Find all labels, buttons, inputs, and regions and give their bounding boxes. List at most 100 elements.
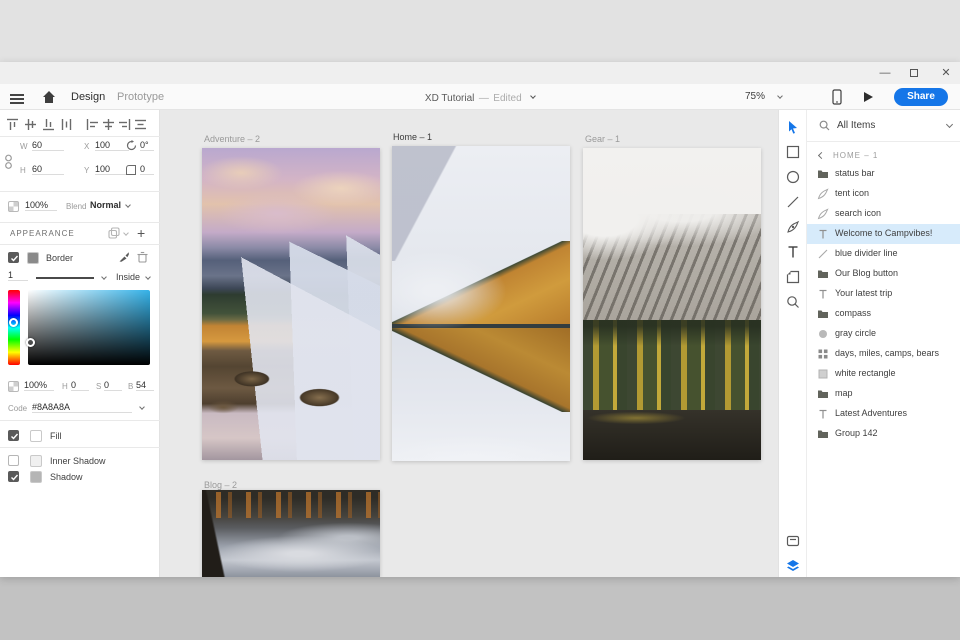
artboard-name-blog[interactable]: Blog – 2 bbox=[204, 480, 237, 490]
align-middle-icon[interactable] bbox=[24, 118, 37, 131]
layer-filter-value[interactable]: All Items bbox=[837, 120, 875, 131]
hue-handle[interactable] bbox=[9, 318, 18, 327]
distribute-horizontal-icon[interactable] bbox=[134, 118, 147, 131]
maximize-button[interactable] bbox=[910, 69, 918, 77]
zoom-tool-icon[interactable] bbox=[786, 295, 800, 309]
saturation-brightness-area[interactable] bbox=[28, 290, 150, 365]
align-center-icon[interactable] bbox=[102, 118, 115, 131]
copy-style-chevron-icon[interactable] bbox=[123, 230, 129, 236]
artboard-home[interactable] bbox=[392, 146, 570, 461]
pen-tool-icon[interactable] bbox=[786, 220, 800, 234]
layer-row-your-latest-trip[interactable]: Your latest trip bbox=[807, 284, 960, 304]
document-title: XD Tutorial bbox=[424, 93, 475, 104]
select-tool-icon[interactable] bbox=[786, 120, 800, 134]
layer-row-welcome-text[interactable]: Welcome to Campvibes! bbox=[807, 224, 960, 244]
y-label: Y bbox=[84, 166, 90, 175]
border-checkbox[interactable] bbox=[8, 252, 19, 263]
width-label: W bbox=[20, 142, 28, 151]
shadow-swatch[interactable] bbox=[30, 471, 42, 483]
text-tool-icon[interactable] bbox=[786, 245, 800, 259]
width-field[interactable]: 60 bbox=[32, 140, 64, 151]
blend-chevron-down-icon[interactable] bbox=[125, 202, 131, 208]
y-field[interactable]: 100 bbox=[95, 164, 129, 175]
document-title-area: XD Tutorial — Edited bbox=[0, 84, 960, 110]
align-right-icon[interactable] bbox=[118, 118, 131, 131]
border-position-chevron-icon[interactable] bbox=[145, 274, 151, 280]
distribute-vertical-icon[interactable] bbox=[60, 118, 73, 131]
rotation-field[interactable]: 0° bbox=[140, 140, 154, 151]
stroke-style-chevron-icon[interactable] bbox=[101, 274, 107, 280]
layer-row-days-miles-camps-bears[interactable]: days, miles, camps, bears bbox=[807, 344, 960, 364]
artboard-tool-icon[interactable] bbox=[786, 270, 800, 284]
inner-shadow-checkbox[interactable] bbox=[8, 455, 19, 466]
layer-row-map[interactable]: map bbox=[807, 384, 960, 404]
title-chevron-down-icon[interactable] bbox=[530, 92, 536, 99]
back-chevron-icon[interactable] bbox=[817, 151, 826, 160]
stroke-width-field[interactable]: 1 bbox=[8, 270, 28, 281]
inner-shadow-swatch[interactable] bbox=[30, 455, 42, 467]
shadow-checkbox[interactable] bbox=[8, 471, 19, 482]
border-position-select[interactable]: Inside bbox=[116, 272, 140, 282]
filter-chevron-down-icon[interactable] bbox=[945, 120, 954, 129]
play-icon[interactable] bbox=[862, 91, 874, 103]
corner-radius-field[interactable]: 0 bbox=[140, 164, 154, 175]
stroke-style-select[interactable] bbox=[36, 277, 94, 279]
plugins-panel-icon[interactable] bbox=[786, 534, 800, 548]
opacity-field[interactable]: 100% bbox=[25, 200, 57, 211]
eyedropper-icon[interactable] bbox=[118, 251, 130, 263]
align-top-icon[interactable] bbox=[6, 118, 19, 131]
align-left-icon[interactable] bbox=[86, 118, 99, 131]
hue-slider[interactable] bbox=[8, 290, 20, 365]
layer-row-compass[interactable]: compass bbox=[807, 304, 960, 324]
artboard-gear[interactable] bbox=[583, 148, 761, 460]
link-dimensions-icon[interactable] bbox=[4, 154, 13, 170]
device-preview-icon[interactable] bbox=[832, 89, 842, 105]
layer-filter-row[interactable]: All Items bbox=[807, 110, 960, 142]
share-button[interactable]: Share bbox=[894, 88, 948, 106]
layer-row-latest-adventures[interactable]: Latest Adventures bbox=[807, 404, 960, 424]
layer-row-white-rectangle[interactable]: white rectangle bbox=[807, 364, 960, 384]
ellipse-tool-icon[interactable] bbox=[786, 170, 800, 184]
layer-row-status-bar[interactable]: status bar bbox=[807, 164, 960, 184]
brightness-field[interactable]: 54 bbox=[136, 380, 154, 391]
add-appearance-icon[interactable]: + bbox=[137, 225, 145, 241]
saturation-field[interactable]: 0 bbox=[104, 380, 122, 391]
artboard-blog[interactable] bbox=[202, 490, 380, 577]
rectangle-tool-icon[interactable] bbox=[786, 145, 800, 159]
blend-mode-select[interactable]: Normal bbox=[90, 200, 121, 210]
layer-row-our-blog-button[interactable]: Our Blog button bbox=[807, 264, 960, 284]
layer-group-header[interactable]: HOME – 1 bbox=[807, 148, 960, 164]
square-icon bbox=[817, 368, 829, 380]
copy-style-icon[interactable] bbox=[108, 227, 120, 239]
layer-row-blue-divider-line[interactable]: blue divider line bbox=[807, 244, 960, 264]
appearance-title: APPEARANCE bbox=[10, 229, 75, 238]
layer-row-gray-circle[interactable]: gray circle bbox=[807, 324, 960, 344]
design-canvas[interactable]: Adventure – 2 Home – 1 Gear – 1 Blog – 2 bbox=[160, 110, 778, 577]
hex-code-field[interactable]: #8A8A8A bbox=[32, 402, 132, 413]
x-field[interactable]: 100 bbox=[95, 140, 129, 151]
layer-row-group-142[interactable]: Group 142 bbox=[807, 424, 960, 444]
hue-field[interactable]: 0 bbox=[71, 380, 89, 391]
minimize-button[interactable]: — bbox=[877, 65, 893, 81]
code-chevron-down-icon[interactable] bbox=[139, 404, 145, 410]
artboard-name-home[interactable]: Home – 1 bbox=[393, 132, 432, 142]
fill-checkbox[interactable] bbox=[8, 430, 19, 441]
height-field[interactable]: 60 bbox=[32, 164, 64, 175]
delete-border-icon[interactable] bbox=[137, 251, 148, 263]
folder-icon bbox=[817, 308, 829, 320]
layer-row-search-icon[interactable]: search icon bbox=[807, 204, 960, 224]
alpha-field[interactable]: 100% bbox=[24, 380, 54, 391]
zoom-level[interactable]: 75% bbox=[745, 84, 765, 110]
line-tool-icon[interactable] bbox=[786, 195, 800, 209]
border-color-swatch[interactable] bbox=[27, 252, 39, 264]
saturation-label: S bbox=[96, 382, 102, 391]
color-handle[interactable] bbox=[26, 338, 35, 347]
layer-row-tent-icon[interactable]: tent icon bbox=[807, 184, 960, 204]
artboard-adventure[interactable] bbox=[202, 148, 380, 460]
layers-panel-icon[interactable] bbox=[786, 559, 800, 573]
fill-color-swatch[interactable] bbox=[30, 430, 42, 442]
close-button[interactable]: ✕ bbox=[938, 65, 954, 81]
align-bottom-icon[interactable] bbox=[42, 118, 55, 131]
artboard-name-gear[interactable]: Gear – 1 bbox=[585, 134, 620, 144]
artboard-name-adventure[interactable]: Adventure – 2 bbox=[204, 134, 260, 144]
